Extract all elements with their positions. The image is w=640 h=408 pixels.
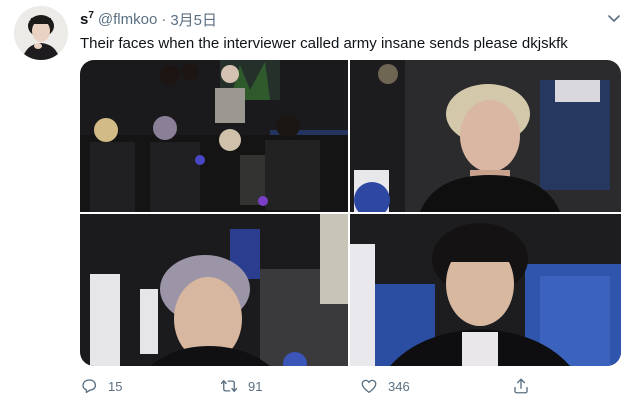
retweet-button[interactable]: 91	[220, 374, 262, 398]
reply-count: 15	[108, 378, 123, 394]
chevron-down-icon[interactable]	[606, 10, 622, 26]
reply-icon	[82, 379, 97, 394]
author-handle[interactable]: @flmkoo	[98, 11, 157, 28]
share-icon	[514, 378, 528, 394]
like-button[interactable]: 346	[360, 374, 410, 398]
media-image-blonde-closeup[interactable]	[350, 60, 621, 212]
tweet-date[interactable]: 3月5日	[170, 9, 217, 30]
share-button[interactable]	[512, 374, 540, 398]
avatar[interactable]	[14, 6, 68, 60]
media-image-purple-hair-closeup[interactable]	[80, 214, 348, 366]
header-separator: ·	[161, 10, 167, 28]
tweet-text: Their faces when the interviewer called …	[80, 35, 568, 52]
media-grid[interactable]	[80, 60, 621, 366]
heart-icon	[361, 379, 377, 394]
media-image-dark-hair-closeup[interactable]	[350, 214, 621, 366]
media-image-group-photo[interactable]	[80, 60, 348, 212]
tweet-header: s7 @flmkoo · 3月5日	[80, 9, 616, 29]
reply-button[interactable]: 15	[80, 374, 122, 398]
retweet-icon	[220, 380, 238, 392]
retweet-count: 91	[248, 378, 263, 394]
like-count: 346	[388, 378, 410, 394]
author-name[interactable]: s7	[80, 10, 94, 28]
action-bar: 15 91 346	[80, 374, 610, 398]
author-name-superscript: 7	[88, 10, 94, 21]
